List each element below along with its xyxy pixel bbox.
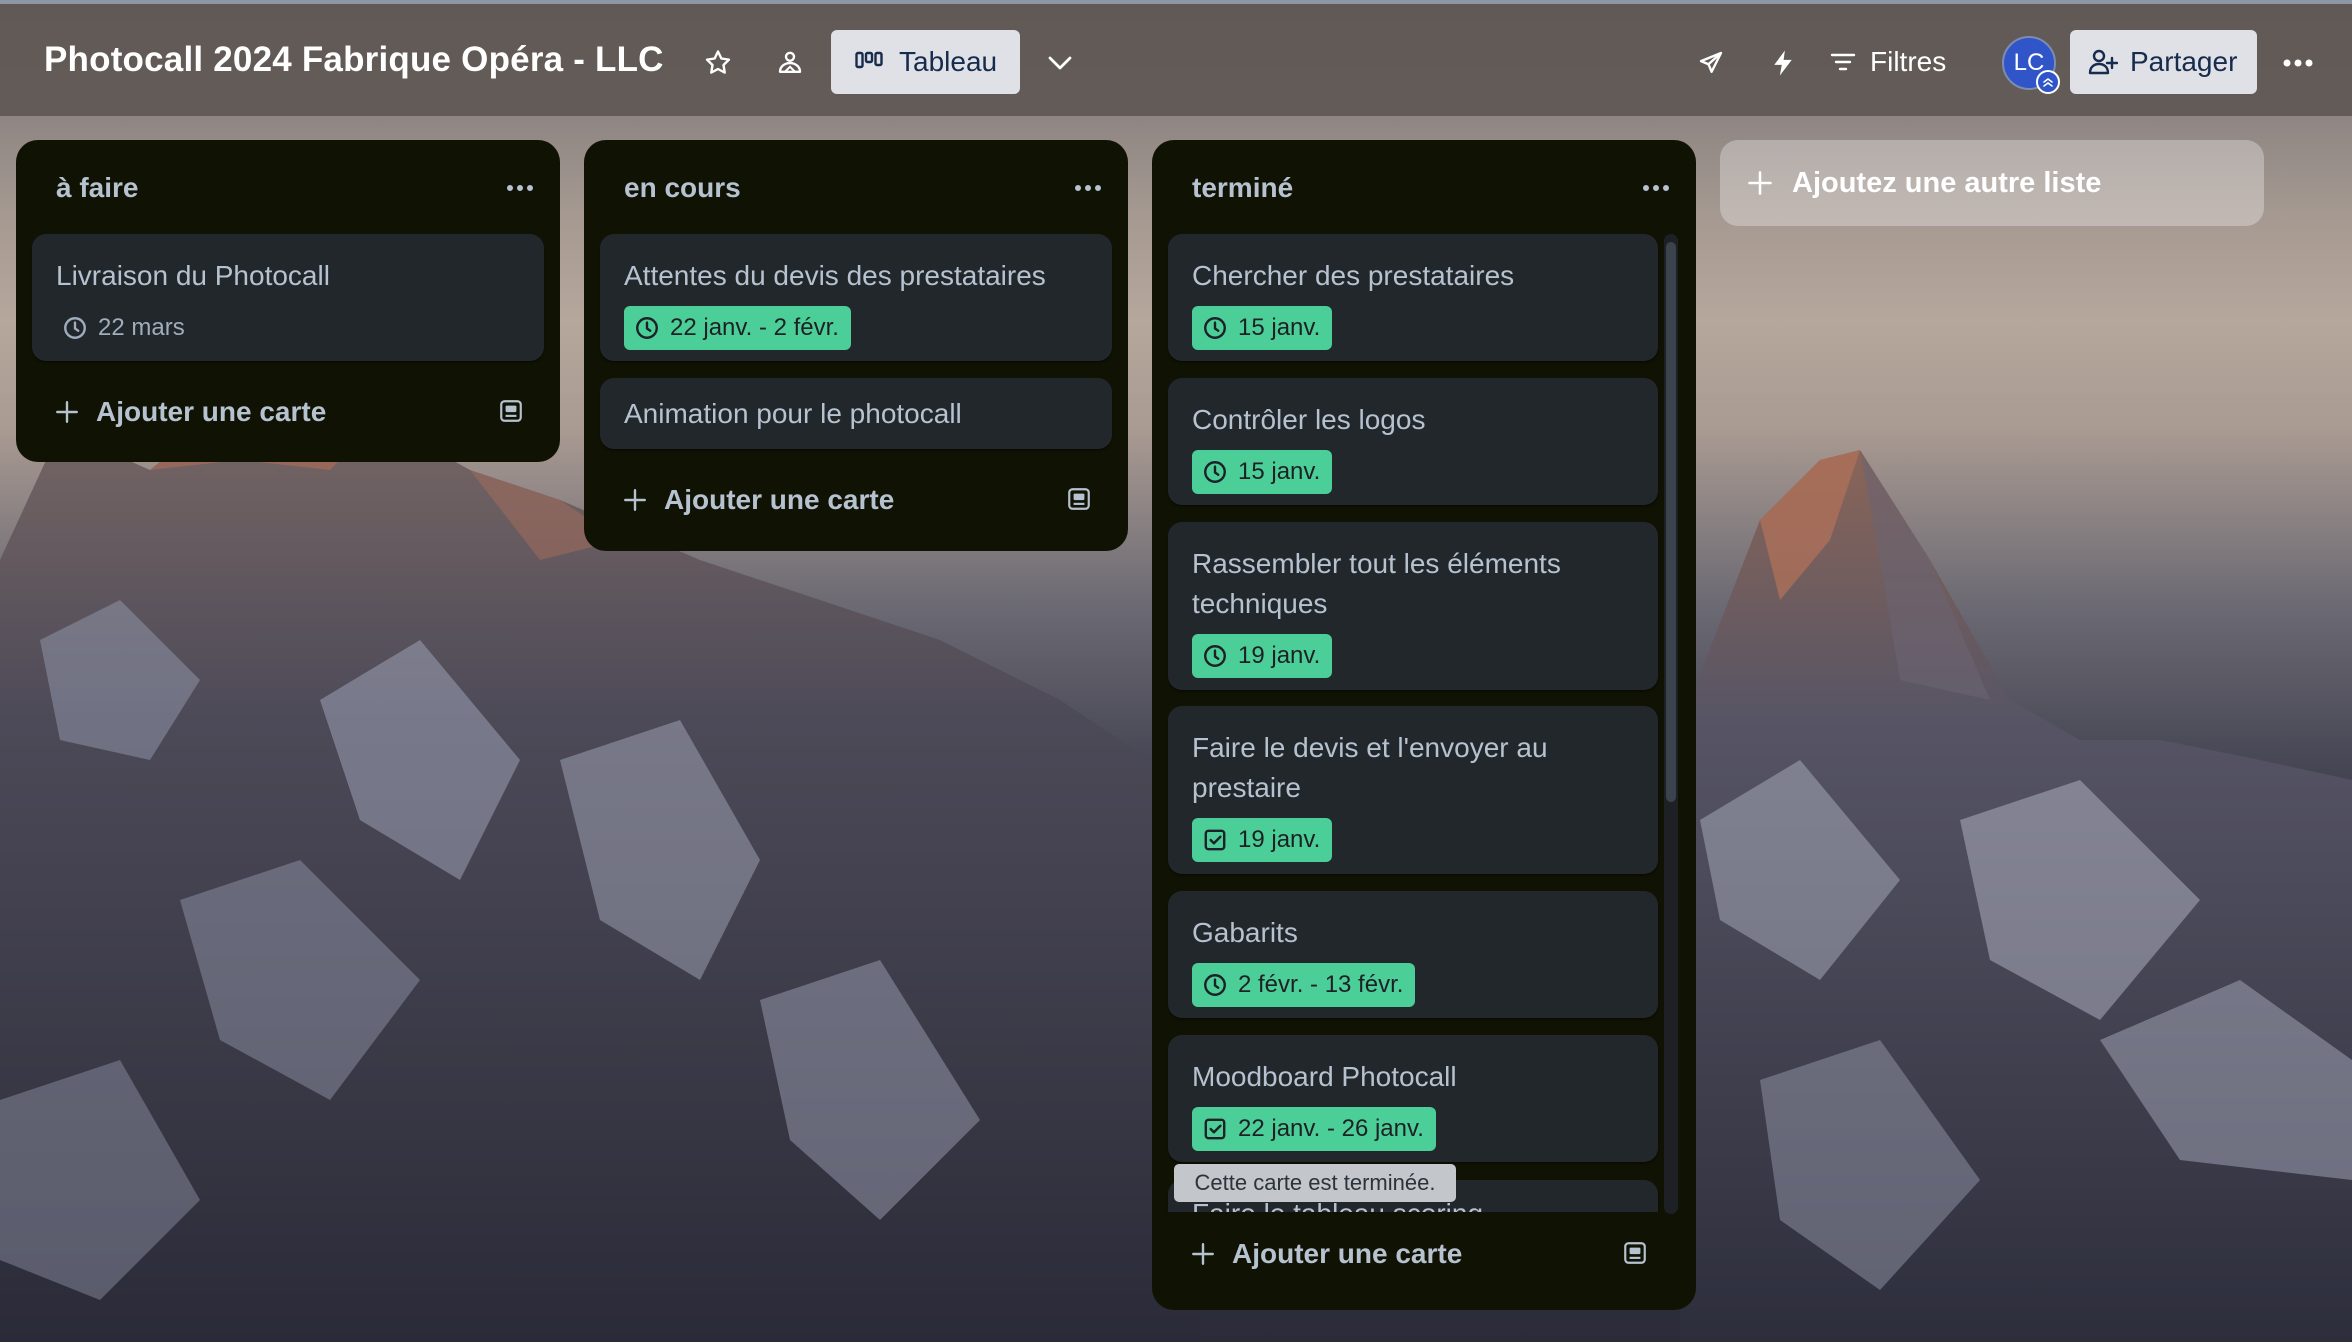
more-horizontal-icon: [2283, 59, 2313, 67]
card-template-icon[interactable]: [1622, 1240, 1648, 1266]
card-title: Moodboard Photocall: [1192, 1061, 1457, 1092]
automation-button[interactable]: [1755, 35, 1811, 91]
power-ups-button[interactable]: [1683, 35, 1739, 91]
due-date-badge: 15 janv.: [1192, 450, 1333, 494]
team-visibility-icon: [778, 51, 802, 73]
star-icon: [705, 50, 731, 74]
list-title[interactable]: en cours: [624, 172, 741, 204]
list-actions-icon[interactable]: [506, 184, 534, 192]
checklist-badge: 22 janv. - 26 janv.: [1192, 1107, 1436, 1151]
card-title: Rassembler tout les éléments techniques: [1192, 548, 1561, 619]
due-date-badge: 22 janv. - 2 févr.: [624, 306, 851, 350]
card[interactable]: Faire le devis et l'envoyer au prestaire…: [1168, 706, 1658, 874]
plus-icon: [1192, 1243, 1214, 1265]
due-date-text: 22 mars: [98, 314, 185, 341]
list-header: en cours: [584, 140, 1128, 236]
board-view-icon: [855, 51, 883, 69]
list-scrollbar[interactable]: [1664, 234, 1678, 1214]
card[interactable]: Attentes du devis des prestataires 22 ja…: [600, 234, 1112, 361]
card-template-icon[interactable]: [1066, 486, 1092, 512]
add-list-button[interactable]: Ajoutez une autre liste: [1720, 140, 2264, 226]
card[interactable]: Livraison du Photocall 22 mars: [32, 234, 544, 361]
plus-icon: [624, 489, 646, 511]
clock-icon: [1204, 317, 1226, 339]
plus-icon: [1748, 171, 1772, 195]
clock-icon: [1204, 461, 1226, 483]
add-card-label: Ajouter une carte: [1232, 1238, 1463, 1269]
lightning-icon: [1774, 50, 1792, 76]
card[interactable]: Animation pour le photocall: [600, 378, 1112, 449]
due-date-badge: 19 janv.: [1192, 634, 1333, 678]
due-date-badge: 15 janv.: [1192, 306, 1333, 350]
share-label: Partager: [2130, 46, 2238, 77]
list-actions-icon[interactable]: [1074, 184, 1102, 192]
list-header: à faire: [16, 140, 560, 236]
due-date-badge: 22 mars: [56, 306, 197, 350]
clock-icon: [64, 317, 86, 339]
filters-button[interactable]: Filtres: [1830, 30, 1946, 94]
clock-icon: [636, 317, 658, 339]
switch-views-button[interactable]: [1032, 35, 1088, 91]
card-title: Livraison du Photocall: [56, 260, 330, 291]
due-date-text: 19 janv.: [1238, 642, 1321, 669]
member-avatar[interactable]: LC: [2002, 36, 2060, 94]
chevron-down-icon: [1048, 56, 1072, 70]
board-view-button[interactable]: Tableau: [831, 30, 1020, 94]
card-title: Faire le devis et l'envoyer au prestaire: [1192, 732, 1548, 803]
list-en-cours: en cours Attentes du devis des prestatai…: [584, 140, 1128, 551]
add-list-label: Ajoutez une autre liste: [1792, 166, 2102, 199]
filter-icon: [1830, 53, 1856, 71]
add-card-label: Ajouter une carte: [664, 484, 895, 515]
cards-scroll-area: Chercher des prestataires 15 janv. Contr…: [1152, 140, 1696, 1212]
card-title: Contrôler les logos: [1192, 404, 1426, 435]
list-title[interactable]: à faire: [56, 172, 139, 204]
due-date-text: 22 janv. - 26 janv.: [1238, 1115, 1424, 1142]
rocket-icon: [1699, 51, 1723, 73]
card-template-icon[interactable]: [498, 398, 524, 424]
checklist-badge: 19 janv.: [1192, 818, 1333, 862]
board-header: Photocall 2024 Fabrique Opéra - LLC Tabl…: [0, 0, 2352, 116]
add-member-icon: [2088, 49, 2118, 75]
card[interactable]: Rassembler tout les éléments techniques …: [1168, 522, 1658, 690]
visibility-button[interactable]: [762, 35, 818, 91]
add-card-button[interactable]: Ajouter une carte: [1168, 1222, 1668, 1286]
due-date-text: 19 janv.: [1238, 826, 1321, 853]
card-title: Chercher des prestataires: [1192, 260, 1515, 291]
card[interactable]: Gabarits 2 févr. - 13 févr.: [1168, 891, 1658, 1018]
plus-icon: [56, 401, 78, 423]
board-view-label: Tableau: [899, 46, 998, 77]
card[interactable]: Moodboard Photocall 22 janv. - 26 janv.: [1168, 1035, 1658, 1162]
chevrons-up-icon: [2043, 78, 2053, 87]
filters-label: Filtres: [1870, 46, 1947, 77]
share-button[interactable]: Partager: [2070, 30, 2257, 94]
due-date-text: 15 janv.: [1238, 314, 1321, 341]
card[interactable]: Chercher des prestataires 15 janv.: [1168, 234, 1658, 361]
list-scrollbar-thumb[interactable]: [1666, 242, 1676, 802]
list-a-faire: à faire Livraison du Photocall 22 mars A…: [16, 140, 560, 462]
checkbox-icon: [1204, 1118, 1226, 1140]
card-title: Attentes du devis des prestataires: [624, 260, 1046, 291]
due-date-text: 2 févr. - 13 févr.: [1238, 971, 1404, 998]
add-card-button[interactable]: Ajouter une carte: [32, 380, 544, 444]
clock-icon: [1204, 974, 1226, 996]
list-termine: terminé Chercher des prestataires 15 jan…: [1152, 140, 1696, 1310]
due-date-text: 22 janv. - 2 févr.: [670, 314, 839, 341]
due-date-badge: 2 févr. - 13 févr.: [1192, 963, 1416, 1007]
card[interactable]: Contrôler les logos 15 janv.: [1168, 378, 1658, 505]
clock-icon: [1204, 645, 1226, 667]
due-date-text: 15 janv.: [1238, 458, 1321, 485]
tooltip: Cette carte est terminée.: [1174, 1164, 1456, 1202]
board-title[interactable]: Photocall 2024 Fabrique Opéra - LLC: [44, 40, 664, 80]
add-card-button[interactable]: Ajouter une carte: [600, 468, 1112, 532]
add-card-label: Ajouter une carte: [96, 396, 327, 427]
admin-badge: [2036, 70, 2060, 94]
card-title: Animation pour le photocall: [624, 398, 962, 429]
board-menu-button[interactable]: [2270, 35, 2326, 91]
card-title: Gabarits: [1192, 917, 1298, 948]
checkbox-icon: [1204, 829, 1226, 851]
star-button[interactable]: [690, 35, 746, 91]
